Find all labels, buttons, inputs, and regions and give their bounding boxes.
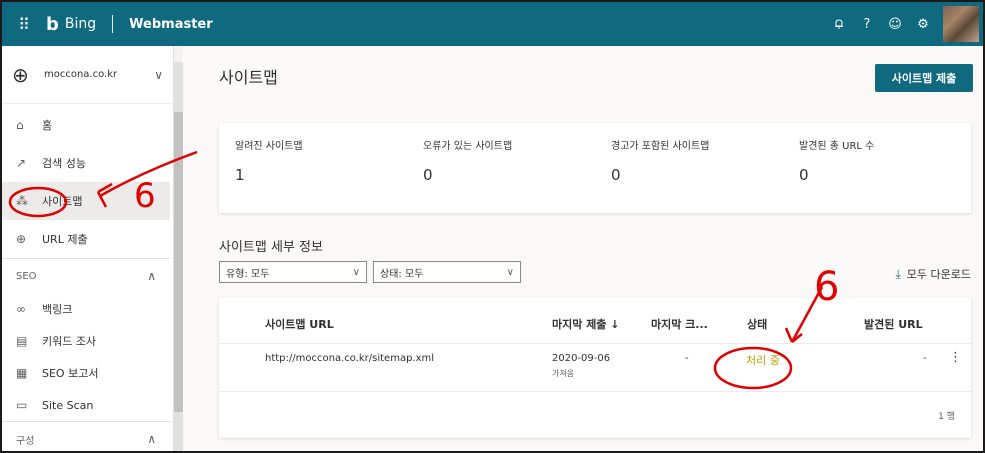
stats-card: 알려진 사이트맵 1 오류가 있는 사이트맵 0 경고가 포함된 사이트맵 0 … — [219, 123, 971, 213]
scan-icon: ▭ — [16, 398, 28, 412]
stat-warning-sitemaps: 경고가 포함된 사이트맵 0 — [595, 123, 783, 213]
avatar[interactable] — [943, 6, 979, 42]
app-frame: ⠿ b Bing Webmaster ? ☺ ⚙ ⊕ moccona.co.kr… — [0, 0, 985, 453]
type-filter-value: 유형: 모두 — [226, 268, 270, 280]
keyword-icon: ▤ — [16, 334, 28, 348]
home-icon: ⌂ — [16, 118, 24, 132]
column-header-last-submit[interactable]: 마지막 제출 ↓ — [552, 316, 619, 332]
main-content: 사이트맵 사이트맵 제출 알려진 사이트맵 1 오류가 있는 사이트맵 0 경고… — [183, 46, 983, 451]
section-header-seo[interactable]: SEO ∧ — [2, 259, 170, 293]
sidebar: ⊕ moccona.co.kr ∨ ⌂ 홈 ↗ 검색 성능 ⁂ 사이트맵 ⊕ U… — [2, 46, 174, 451]
table-header: 사이트맵 URL 마지막 제출 ↓ 마지막 크... 상태 발견된 URL — [219, 298, 971, 344]
bell-icon[interactable] — [825, 2, 853, 46]
last-crawl-value: - — [685, 353, 689, 364]
section-header-config[interactable]: 구성 ∧ — [2, 422, 170, 451]
row-count: 1 행 — [938, 412, 955, 422]
sidebar-item-label: SEO 보고서 — [42, 367, 99, 380]
stat-value: 0 — [423, 166, 433, 184]
nav: ⌂ 홈 ↗ 검색 성능 ⁂ 사이트맵 ⊕ URL 제출 SEO ∧ ∞ 백링크 … — [2, 104, 173, 451]
sidebar-item-search-performance[interactable]: ↗ 검색 성능 — [2, 144, 170, 182]
sidebar-scroll-thumb[interactable] — [174, 112, 183, 412]
sitemap-table: 사이트맵 URL 마지막 제출 ↓ 마지막 크... 상태 발견된 URL ht… — [219, 298, 971, 438]
site-selector[interactable]: ⊕ moccona.co.kr ∨ — [2, 46, 173, 104]
chevron-down-icon: ∨ — [352, 266, 360, 278]
stat-label: 발견된 총 URL 수 — [799, 141, 875, 152]
sidebar-item-label: 백링크 — [42, 303, 73, 316]
site-name: moccona.co.kr — [44, 69, 118, 80]
download-icon: ⤓ — [895, 266, 901, 281]
trend-icon: ↗ — [16, 156, 27, 170]
sidebar-item-backlinks[interactable]: ∞ 백링크 — [2, 293, 170, 325]
brand-name: Bing — [64, 16, 97, 32]
chevron-down-icon: ∨ — [506, 266, 514, 278]
sitemap-icon: ⁂ — [16, 194, 28, 208]
type-filter-dropdown[interactable]: 유형: 모두 ∨ — [219, 261, 367, 283]
globe-icon: ⊕ — [12, 62, 29, 87]
waffle-icon[interactable]: ⠿ — [2, 2, 46, 46]
sidebar-item-label: 사이트맵 — [42, 195, 83, 208]
sidebar-item-url-submission[interactable]: ⊕ URL 제출 — [2, 220, 170, 258]
bing-logo-icon: b — [46, 13, 59, 35]
status-filter-dropdown[interactable]: 상태: 모두 ∨ — [373, 261, 521, 283]
sidebar-item-label: 검색 성능 — [42, 157, 86, 170]
report-icon: ▦ — [16, 366, 28, 380]
section-label: 구성 — [16, 435, 35, 447]
column-header-last-crawl[interactable]: 마지막 크... — [651, 316, 708, 332]
status-badge: 처리 중 — [746, 354, 780, 367]
chevron-up-icon: ∧ — [147, 269, 156, 283]
link-icon: ∞ — [16, 302, 26, 316]
download-all-button[interactable]: ⤓ 모두 다운로드 — [895, 266, 971, 282]
sidebar-item-keyword-research[interactable]: ▤ 키워드 조사 — [2, 325, 170, 357]
sidebar-item-label: URL 제출 — [42, 233, 88, 246]
last-submit-date: 2020-09-06 — [552, 353, 611, 364]
stat-value: 0 — [799, 166, 809, 184]
status-filter-value: 상태: 모두 — [380, 268, 424, 280]
found-urls-value: - — [923, 353, 927, 364]
smiley-icon[interactable]: ☺ — [881, 2, 909, 46]
sidebar-item-label: Site Scan — [42, 398, 94, 412]
sidebar-item-label: 키워드 조사 — [42, 335, 97, 348]
product-name: Webmaster — [129, 16, 213, 32]
stat-label: 알려진 사이트맵 — [235, 141, 303, 152]
chevron-up-icon: ∧ — [147, 432, 156, 446]
column-header-found-urls[interactable]: 발견된 URL — [864, 316, 923, 332]
stat-known-sitemaps: 알려진 사이트맵 1 — [219, 123, 407, 213]
table-row[interactable]: http://moccona.co.kr/sitemap.xml 2020-09… — [219, 344, 971, 392]
column-header-url[interactable]: 사이트맵 URL — [265, 316, 334, 332]
page-title: 사이트맵 — [219, 68, 278, 87]
globe-icon: ⊕ — [16, 232, 27, 246]
brand-divider — [112, 15, 114, 33]
stat-value: 1 — [235, 166, 245, 184]
gear-icon[interactable]: ⚙ — [909, 2, 937, 46]
sidebar-item-seo-reports[interactable]: ▦ SEO 보고서 — [2, 357, 170, 389]
help-icon[interactable]: ? — [853, 2, 881, 46]
more-options-icon[interactable]: ⋮ — [949, 350, 962, 365]
chevron-down-icon: ∨ — [154, 67, 163, 82]
stat-total-urls: 발견된 총 URL 수 0 — [783, 123, 971, 213]
stat-label: 경고가 포함된 사이트맵 — [611, 141, 710, 152]
download-label: 모두 다운로드 — [906, 268, 971, 281]
column-header-status[interactable]: 상태 — [747, 316, 767, 332]
sidebar-item-site-scan[interactable]: ▭ Site Scan — [2, 389, 170, 421]
sidebar-item-home[interactable]: ⌂ 홈 — [2, 106, 170, 144]
brand[interactable]: b Bing Webmaster — [46, 14, 213, 35]
sidebar-item-label: 홈 — [42, 119, 53, 132]
section-label: SEO — [16, 270, 37, 282]
last-submit-sub: 가져옴 — [552, 369, 575, 378]
sitemap-url[interactable]: http://moccona.co.kr/sitemap.xml — [265, 353, 434, 364]
sidebar-item-sitemaps[interactable]: ⁂ 사이트맵 — [2, 182, 170, 220]
top-bar: ⠿ b Bing Webmaster ? ☺ ⚙ — [2, 2, 983, 46]
top-icons: ? ☺ ⚙ — [825, 2, 983, 46]
stat-value: 0 — [611, 166, 621, 184]
section-title: 사이트맵 세부 정보 — [219, 240, 323, 255]
submit-sitemap-button[interactable]: 사이트맵 제출 — [875, 64, 973, 92]
stat-error-sitemaps: 오류가 있는 사이트맵 0 — [407, 123, 595, 213]
stat-label: 오류가 있는 사이트맵 — [423, 141, 513, 152]
